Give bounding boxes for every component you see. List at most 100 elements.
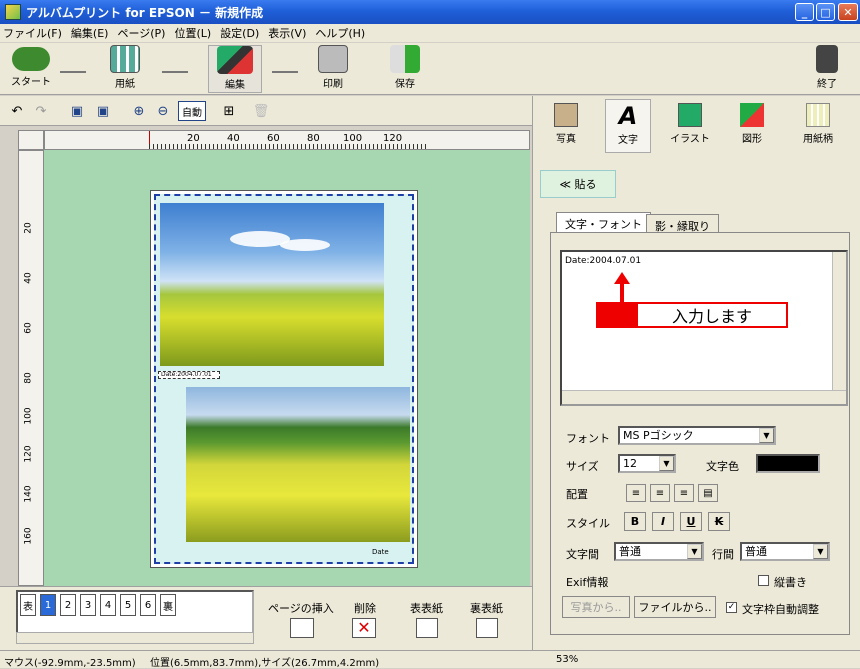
close-button[interactable]: ✕ bbox=[838, 3, 858, 21]
category-shape[interactable]: 図形 bbox=[729, 99, 775, 153]
autofit-checkbox[interactable]: ✓ bbox=[726, 602, 737, 613]
italic-button[interactable]: I bbox=[652, 512, 674, 531]
status-bar: マウス(-92.9mm,-23.5mm) 位置(6.5mm,83.7mm),サイ… bbox=[0, 650, 860, 669]
insert-page-icon[interactable] bbox=[290, 618, 314, 638]
style-label: スタイル bbox=[566, 517, 610, 530]
text-color-swatch[interactable] bbox=[756, 454, 820, 473]
start-icon bbox=[12, 47, 50, 71]
size-label: サイズ bbox=[566, 460, 599, 473]
line-spacing-label: 行間 bbox=[712, 548, 734, 561]
page-front[interactable]: 表 bbox=[20, 594, 36, 616]
line-spacing-select[interactable]: 普通 ▼ bbox=[740, 542, 830, 561]
menu-position[interactable]: 位置(L) bbox=[174, 25, 211, 41]
align-left-icon[interactable]: ≡ bbox=[626, 484, 646, 502]
exif-label: Exif情報 bbox=[566, 576, 609, 589]
char-spacing-select[interactable]: 普通 ▼ bbox=[614, 542, 704, 561]
text-input-area[interactable]: Date:2004.07.01 bbox=[560, 250, 848, 406]
title-bar: アルバムプリント for EPSON － 新規作成 bbox=[0, 0, 860, 24]
window-title: アルバムプリント for EPSON － 新規作成 bbox=[26, 5, 264, 20]
menu-view[interactable]: 表示(V) bbox=[268, 25, 306, 41]
menu-file[interactable]: ファイル(F) bbox=[3, 25, 62, 41]
vertical-ruler: 20 40 60 80 100 120 140 160 bbox=[18, 150, 44, 586]
trash-icon[interactable]: 🗑 bbox=[250, 101, 272, 121]
main-toolbar: スタート 用紙 編集 印刷 保存 終了 bbox=[0, 43, 860, 95]
underline-button[interactable]: U bbox=[680, 512, 702, 531]
maximize-button[interactable]: □ bbox=[816, 3, 835, 21]
chevron-down-icon: ▼ bbox=[659, 456, 674, 471]
printer-icon bbox=[318, 45, 348, 73]
mouse-position: マウス(-92.9mm,-23.5mm) bbox=[4, 658, 136, 669]
delete-page-icon[interactable]: ✕ bbox=[352, 618, 376, 638]
bold-button[interactable]: B bbox=[624, 512, 646, 531]
redo-icon[interactable]: ↷ bbox=[30, 101, 52, 121]
category-illustration[interactable]: イラスト bbox=[667, 99, 713, 153]
strikethrough-button[interactable]: K bbox=[708, 512, 730, 531]
from-file-button[interactable]: ファイルから.. bbox=[634, 596, 716, 618]
edit-button[interactable]: 編集 bbox=[208, 45, 262, 93]
chevron-down-icon: ▼ bbox=[759, 428, 774, 443]
zoom-out-icon[interactable]: ⊖ bbox=[152, 101, 174, 121]
start-button[interactable]: スタート bbox=[4, 45, 58, 93]
insert-page-label: ページの挿入 bbox=[268, 602, 334, 615]
annotation-callout: 入力します bbox=[596, 302, 788, 328]
exit-button[interactable]: 終了 bbox=[800, 45, 854, 93]
photo-top[interactable] bbox=[160, 203, 384, 366]
auto-zoom-button[interactable]: 自動 bbox=[178, 101, 206, 121]
edit-toolbar: ↶ ↷ ▣ ▣ ⊕ ⊖ 自動 ⊞ 🗑 bbox=[0, 96, 532, 126]
category-paper-pattern[interactable]: 用紙柄 bbox=[795, 99, 841, 153]
menu-help[interactable]: ヘルプ(H) bbox=[315, 25, 365, 41]
page-6[interactable]: 6 bbox=[140, 594, 156, 616]
minimize-button[interactable]: _ bbox=[795, 3, 814, 21]
save-button[interactable]: 保存 bbox=[378, 45, 432, 93]
photo-bottom[interactable] bbox=[186, 387, 410, 542]
bring-front-icon[interactable]: ▣ bbox=[66, 101, 88, 121]
zoom-level: 53% bbox=[556, 654, 579, 665]
paper-pattern-icon bbox=[806, 103, 830, 127]
chevron-down-icon: ▼ bbox=[687, 544, 702, 559]
textarea-hscrollbar[interactable] bbox=[562, 390, 846, 404]
back-cover-label: 裏表紙 bbox=[470, 602, 503, 615]
send-back-icon[interactable]: ▣ bbox=[92, 101, 114, 121]
textarea-scrollbar[interactable] bbox=[832, 252, 846, 404]
page-5[interactable]: 5 bbox=[120, 594, 136, 616]
text-icon: A bbox=[618, 102, 638, 130]
selected-text-box[interactable]: Date:2004.07.01 bbox=[158, 371, 220, 379]
font-select[interactable]: MS Pゴシック ▼ bbox=[618, 426, 776, 445]
page-2[interactable]: 2 bbox=[60, 594, 76, 616]
arrow-icon bbox=[272, 63, 298, 73]
page-list-scrollbar[interactable] bbox=[16, 632, 254, 644]
exit-icon bbox=[816, 45, 838, 73]
undo-icon[interactable]: ↶ bbox=[6, 101, 28, 121]
page-back[interactable]: 裏 bbox=[160, 594, 176, 616]
shape-icon bbox=[740, 103, 764, 127]
align-center-icon[interactable]: ≡ bbox=[650, 484, 670, 502]
page-4[interactable]: 4 bbox=[100, 594, 116, 616]
horizontal-ruler: 20 40 60 80 100 120 bbox=[44, 130, 530, 150]
menu-page[interactable]: ページ(P) bbox=[117, 25, 165, 41]
photo-icon bbox=[554, 103, 578, 127]
align-right-icon[interactable]: ≡ bbox=[674, 484, 694, 502]
category-photo[interactable]: 写真 bbox=[543, 99, 589, 153]
save-icon bbox=[390, 45, 420, 73]
menu-settings[interactable]: 設定(D) bbox=[220, 25, 259, 41]
grid-icon[interactable]: ⊞ bbox=[218, 101, 240, 121]
align-justify-icon[interactable]: ▤ bbox=[698, 484, 718, 502]
front-cover-icon[interactable] bbox=[416, 618, 438, 638]
page-3[interactable]: 3 bbox=[80, 594, 96, 616]
font-label: フォント bbox=[566, 432, 610, 445]
tab-text-font[interactable]: 文字・フォント bbox=[556, 212, 651, 234]
print-button[interactable]: 印刷 bbox=[306, 45, 360, 93]
zoom-in-icon[interactable]: ⊕ bbox=[128, 101, 150, 121]
paper-button[interactable]: 用紙 bbox=[98, 45, 152, 93]
size-select[interactable]: 12 ▼ bbox=[618, 454, 676, 473]
front-cover-label: 表表紙 bbox=[410, 602, 443, 615]
from-photo-button[interactable]: 写真から.. bbox=[562, 596, 630, 618]
date-text-small[interactable]: Date bbox=[372, 548, 389, 556]
page-1[interactable]: 1 bbox=[40, 594, 56, 616]
category-text[interactable]: A 文字 bbox=[605, 99, 651, 153]
paste-back-button[interactable]: ≪ 貼る bbox=[540, 170, 616, 198]
menu-edit[interactable]: 編集(E) bbox=[71, 25, 109, 41]
vertical-checkbox[interactable] bbox=[758, 575, 769, 586]
back-cover-icon[interactable] bbox=[476, 618, 498, 638]
edit-icon bbox=[217, 46, 253, 74]
